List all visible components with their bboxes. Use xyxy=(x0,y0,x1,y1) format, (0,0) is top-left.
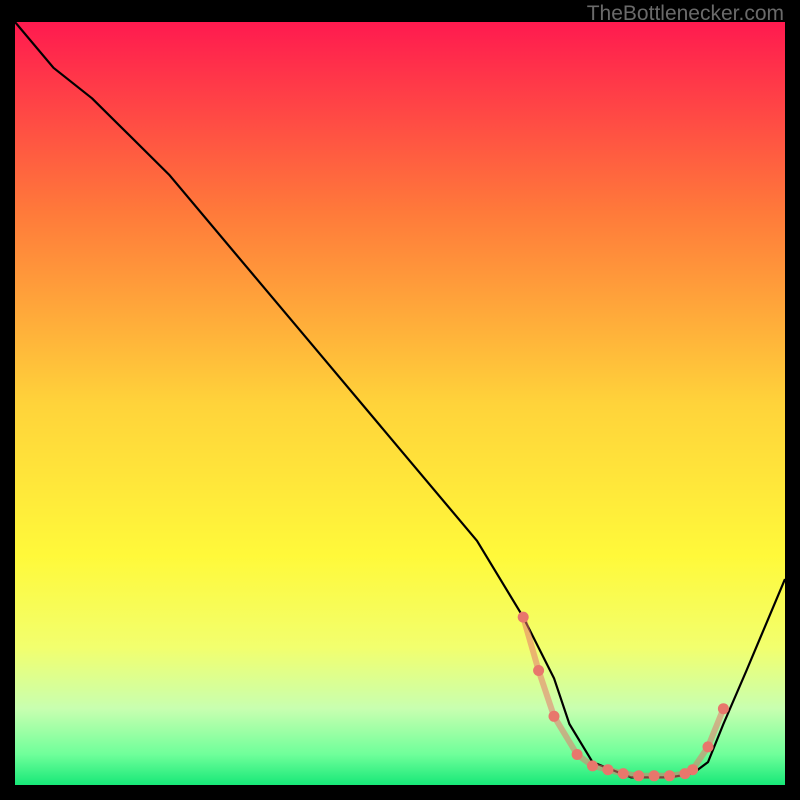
chart-frame: TheBottlenecker.com xyxy=(0,0,800,800)
chart-svg xyxy=(15,22,785,785)
plot-area xyxy=(15,22,785,785)
